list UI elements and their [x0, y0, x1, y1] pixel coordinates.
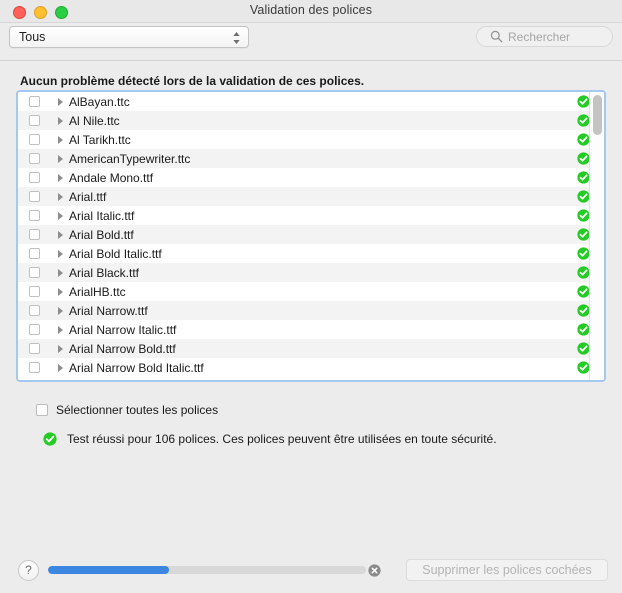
font-row-name: Al Tarikh.ttc	[69, 132, 131, 147]
font-list-row[interactable]: AlBayan.ttc	[18, 92, 604, 111]
disclosure-triangle-icon[interactable]	[58, 173, 63, 182]
font-filter-value: Tous	[19, 30, 46, 44]
disclosure-triangle-icon[interactable]	[58, 306, 63, 315]
font-list-row[interactable]: AmericanTypewriter.ttc	[18, 149, 604, 168]
font-row-name: Arial Bold.ttf	[69, 227, 134, 242]
font-row-checkbox[interactable]	[29, 267, 40, 278]
disclosure-triangle-icon[interactable]	[58, 363, 63, 372]
validation-result-text: Test réussi pour 106 polices. Ces police…	[67, 432, 497, 446]
search-placeholder: Rechercher	[508, 30, 571, 44]
font-row-name: ArialHB.ttc	[69, 284, 126, 299]
font-list-row[interactable]: Arial Bold.ttf	[18, 225, 604, 244]
font-row-name: Arial Italic.ttf	[69, 208, 135, 223]
font-list-row[interactable]: Al Tarikh.ttc	[18, 130, 604, 149]
search-input[interactable]: Rechercher	[476, 26, 613, 47]
select-all-label: Sélectionner toutes les polices	[56, 403, 219, 417]
title-bar: Validation des polices	[0, 0, 622, 23]
font-row-name: Arial Bold Italic.ttf	[69, 246, 162, 261]
font-list-row[interactable]: Andale Mono.ttf	[18, 168, 604, 187]
help-button[interactable]: ?	[18, 560, 39, 581]
font-row-name: AlBayan.ttc	[69, 94, 130, 109]
delete-checked-fonts-button[interactable]: Supprimer les polices cochées	[406, 559, 608, 581]
scrollbar-thumb[interactable]	[593, 95, 602, 135]
toolbar: Tous Rechercher	[0, 23, 622, 61]
disclosure-triangle-icon[interactable]	[58, 325, 63, 334]
font-list-row[interactable]: Arial Narrow Italic.ttf	[18, 320, 604, 339]
font-row-name: Arial.ttf	[69, 189, 107, 204]
font-row-name: Arial Narrow Bold.ttf	[69, 341, 176, 356]
font-row-checkbox[interactable]	[29, 229, 40, 240]
disclosure-triangle-icon[interactable]	[58, 268, 63, 277]
font-row-checkbox[interactable]	[29, 115, 40, 126]
font-row-name: Al Nile.ttc	[69, 113, 120, 128]
font-row-checkbox[interactable]	[29, 134, 40, 145]
disclosure-triangle-icon[interactable]	[58, 211, 63, 220]
font-row-checkbox[interactable]	[29, 248, 40, 259]
disclosure-triangle-icon[interactable]	[58, 135, 63, 144]
window-title: Validation des polices	[249, 3, 373, 17]
font-list[interactable]: AlBayan.ttc Al Nile.ttc Al Tarikh.ttc Ameri…	[16, 90, 606, 382]
font-list-row[interactable]: Arial Bold Italic.ttf	[18, 244, 604, 263]
disclosure-triangle-icon[interactable]	[58, 192, 63, 201]
font-row-checkbox[interactable]	[29, 172, 40, 183]
font-list-row[interactable]: Arial Narrow Bold.ttf	[18, 339, 604, 358]
font-list-row[interactable]: Arial Black.ttf	[18, 263, 604, 282]
disclosure-triangle-icon[interactable]	[58, 344, 63, 353]
font-row-checkbox[interactable]	[29, 305, 40, 316]
font-list-row[interactable]: ArialHB.ttc	[18, 282, 604, 301]
font-row-name: AmericanTypewriter.ttc	[69, 151, 191, 166]
select-all-checkbox[interactable]	[36, 404, 48, 416]
font-list-row[interactable]: Arial Italic.ttf	[18, 206, 604, 225]
select-all-fonts-row[interactable]: Sélectionner toutes les polices	[36, 403, 218, 417]
font-row-name: Arial Narrow.ttf	[69, 303, 148, 318]
font-list-row[interactable]: Arial Narrow Bold Italic.ttf	[18, 358, 604, 377]
disclosure-triangle-icon[interactable]	[58, 116, 63, 125]
font-row-checkbox[interactable]	[29, 286, 40, 297]
chevron-up-down-icon	[232, 30, 241, 46]
validation-heading: Aucun problème détecté lors de la valida…	[20, 74, 365, 88]
font-row-checkbox[interactable]	[29, 362, 40, 373]
font-row-checkbox[interactable]	[29, 191, 40, 202]
font-row-checkbox[interactable]	[29, 210, 40, 221]
bottom-bar: ? Supprimer les polices cochées	[0, 549, 622, 593]
font-row-checkbox[interactable]	[29, 96, 40, 107]
font-row-name: Arial Black.ttf	[69, 265, 140, 280]
font-list-scrollbar[interactable]	[589, 92, 604, 380]
font-row-name: Andale Mono.ttf	[69, 170, 154, 185]
disclosure-triangle-icon[interactable]	[58, 249, 63, 258]
font-list-row[interactable]: Al Nile.ttc	[18, 111, 604, 130]
font-row-checkbox[interactable]	[29, 324, 40, 335]
disclosure-triangle-icon[interactable]	[58, 230, 63, 239]
font-row-name: Arial Narrow Italic.ttf	[69, 322, 177, 337]
font-filter-dropdown[interactable]: Tous	[9, 26, 249, 48]
disclosure-triangle-icon[interactable]	[58, 287, 63, 296]
success-check-icon	[43, 432, 57, 446]
font-row-checkbox[interactable]	[29, 343, 40, 354]
font-list-row[interactable]: Arial Narrow.ttf	[18, 301, 604, 320]
validation-result: Test réussi pour 106 polices. Ces police…	[43, 432, 497, 446]
font-row-checkbox[interactable]	[29, 153, 40, 164]
search-icon	[490, 30, 503, 43]
stop-cancel-icon[interactable]	[368, 564, 381, 577]
disclosure-triangle-icon[interactable]	[58, 97, 63, 106]
progress-bar	[48, 566, 366, 574]
font-row-name: Arial Narrow Bold Italic.ttf	[69, 360, 204, 375]
font-list-rows: AlBayan.ttc Al Nile.ttc Al Tarikh.ttc Ameri…	[18, 92, 604, 380]
progress-bar-fill	[48, 566, 169, 574]
disclosure-triangle-icon[interactable]	[58, 154, 63, 163]
font-validation-window: Validation des polices Tous Rechercher A…	[0, 0, 622, 593]
font-list-row[interactable]: Arial.ttf	[18, 187, 604, 206]
